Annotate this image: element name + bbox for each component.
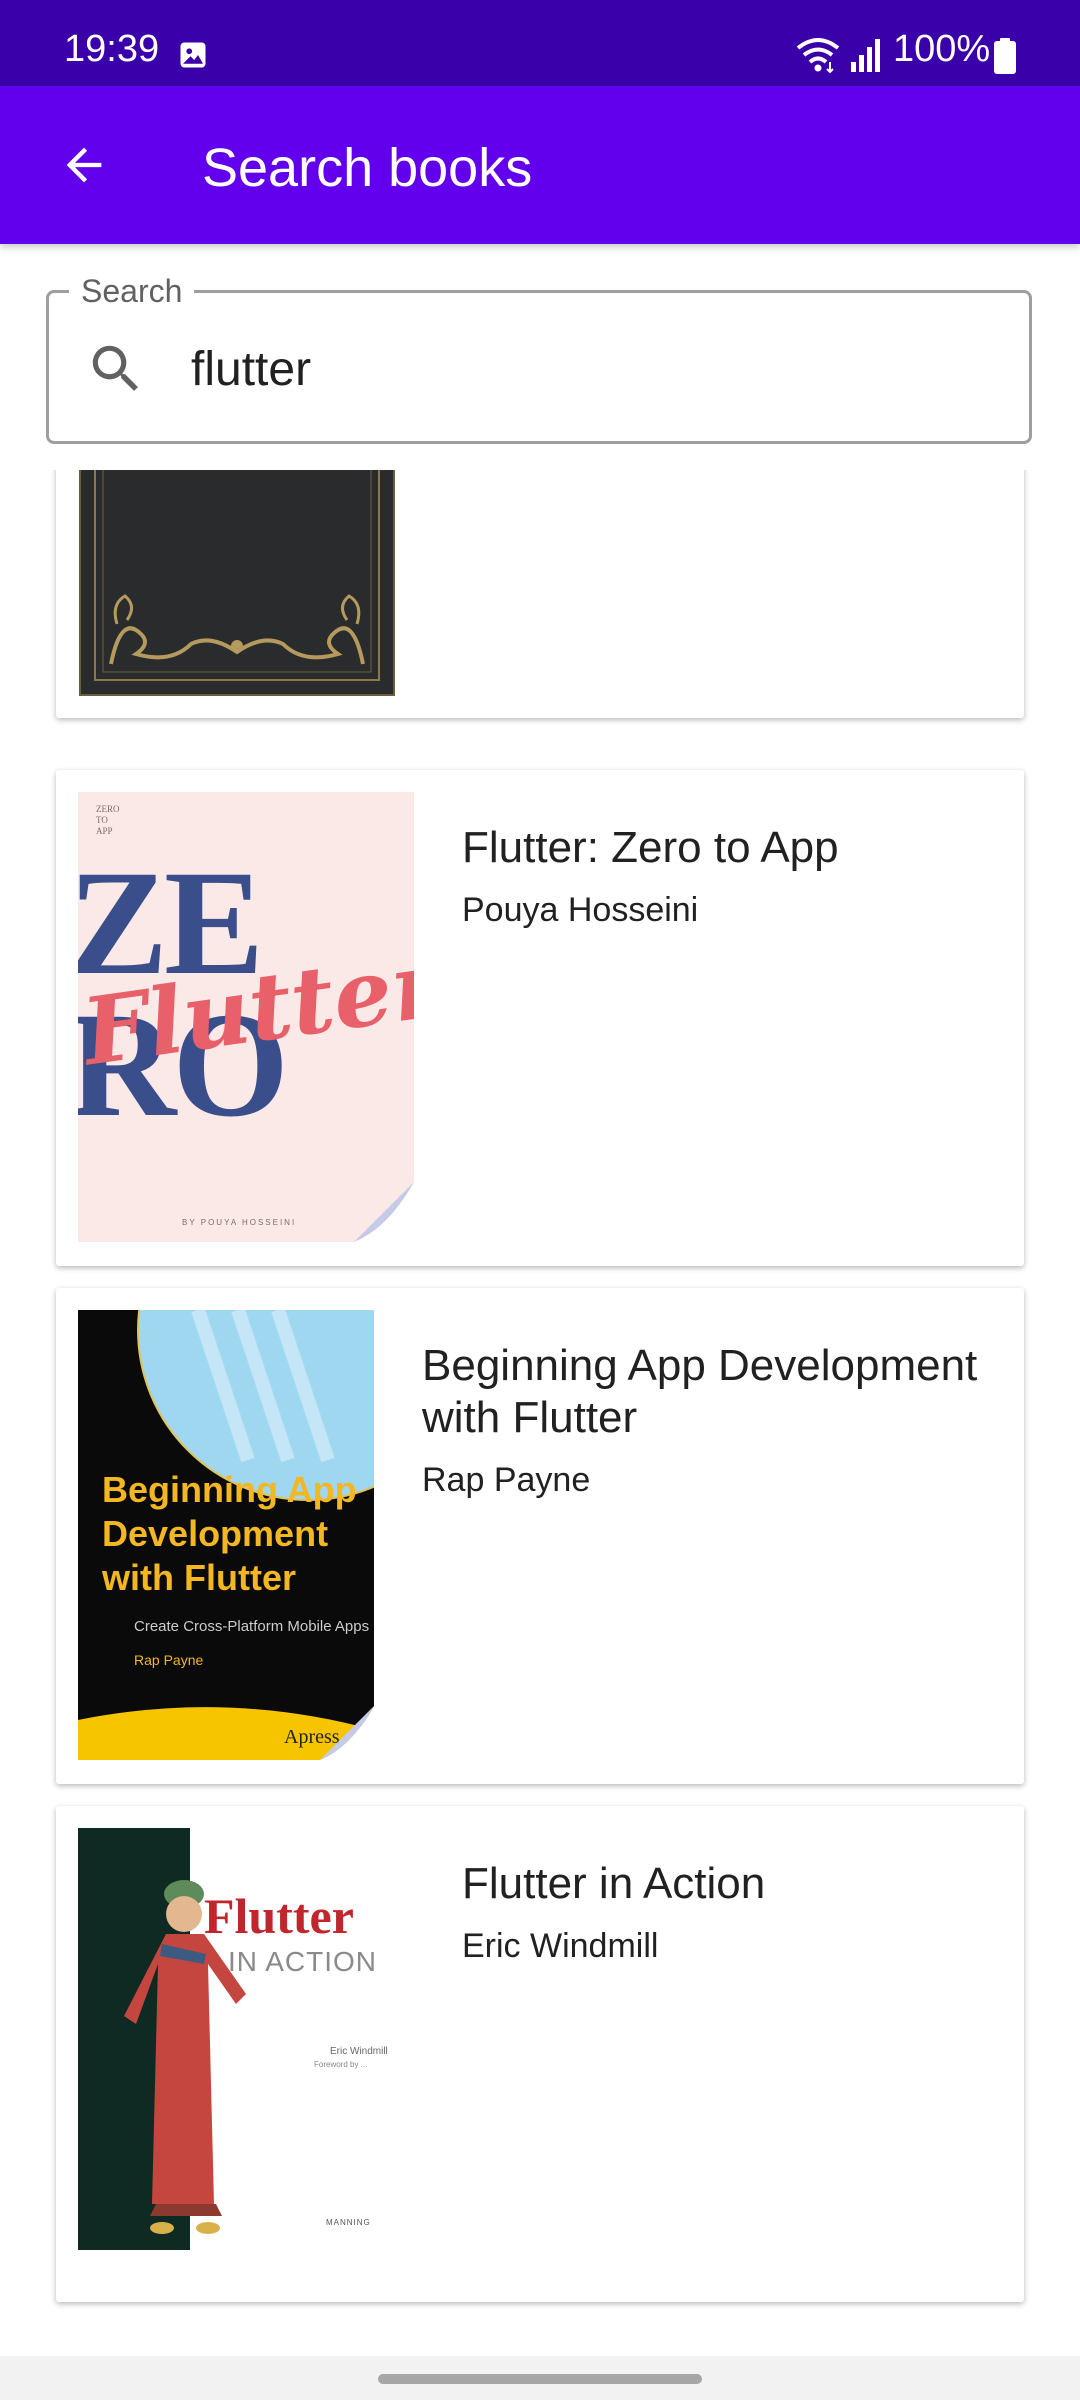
cover-foreword: Foreword by ... (314, 2060, 368, 2069)
page-curl-icon (320, 1706, 374, 1760)
wifi-icon (796, 38, 840, 74)
battery-icon (994, 38, 1016, 74)
page-curl-icon (354, 1182, 414, 1242)
app-bar: Search books (0, 86, 1080, 244)
book-author: Rap Payne (422, 1461, 591, 1499)
cover-author: Rap Payne (134, 1652, 204, 1668)
book-title: Flutter: Zero to App (462, 823, 839, 872)
cover-title-in-action: IN ACTION (228, 1946, 378, 1977)
book-cover-beginning-app-dev: Beginning App Development with Flutter C… (78, 1310, 374, 1760)
search-label: Search (69, 273, 195, 309)
status-bar: 19:39 100% (0, 0, 1080, 86)
ornate-decoration (94, 470, 380, 681)
cover-title-flutter: Flutter (204, 1888, 354, 1944)
cover-publisher: MANNING (326, 2218, 371, 2227)
cover-small-text: ZERO TO APP (96, 804, 120, 836)
search-icon (92, 345, 138, 391)
search-area: Search (0, 244, 1080, 470)
screen: 19:39 100% Search books Search flutter Z… (0, 0, 1080, 2400)
book-cover-flutter-in-action: Flutter IN ACTION Eric Windmill Foreword… (78, 1828, 414, 2250)
book-author: Eric Windmill (462, 1927, 659, 1965)
book-card[interactable] (56, 470, 1024, 718)
home-indicator[interactable] (378, 2374, 702, 2384)
cover-title-line-1: Beginning App (102, 1469, 357, 1510)
book-title: Beginning App Development with Flutter (422, 1341, 978, 1442)
book-card[interactable]: Beginning App Development with Flutter C… (56, 1288, 1024, 1784)
results-list[interactable]: ZERO TO APP ZE RO Flutter BY POUYA HOSSE… (0, 470, 1080, 2356)
cover-author: Eric Windmill (330, 2046, 388, 2057)
navigation-bar (0, 2356, 1080, 2400)
cover-title-line-3: with Flutter (102, 1557, 296, 1598)
search-field[interactable]: Search (46, 273, 1032, 444)
book-author: Pouya Hosseini (462, 891, 699, 929)
book-card[interactable]: ZERO TO APP ZE RO Flutter BY POUYA HOSSE… (56, 770, 1024, 1266)
cover-byline: BY POUYA HOSSEINI (182, 1218, 297, 1227)
back-button[interactable] (42, 123, 126, 207)
book-cover-zero-to-app: ZERO TO APP ZE RO Flutter BY POUYA HOSSE… (78, 792, 414, 1242)
book-title: Flutter in Action (462, 1859, 766, 1908)
page-title: Search books (202, 138, 533, 198)
cover-subtitle: Create Cross-Platform Mobile Apps (134, 1618, 370, 1635)
book-card[interactable]: Flutter IN ACTION Eric Windmill Foreword… (56, 1806, 1024, 2302)
search-input[interactable] (191, 329, 991, 409)
signal-icon (851, 39, 880, 72)
status-time: 19:39 (64, 28, 160, 70)
battery-percentage: 100% (893, 28, 991, 70)
book-cover-ornate (79, 470, 395, 696)
arrow-back-icon (66, 147, 102, 183)
gallery-icon (180, 42, 206, 68)
cover-title-line-2: Development (102, 1513, 329, 1554)
